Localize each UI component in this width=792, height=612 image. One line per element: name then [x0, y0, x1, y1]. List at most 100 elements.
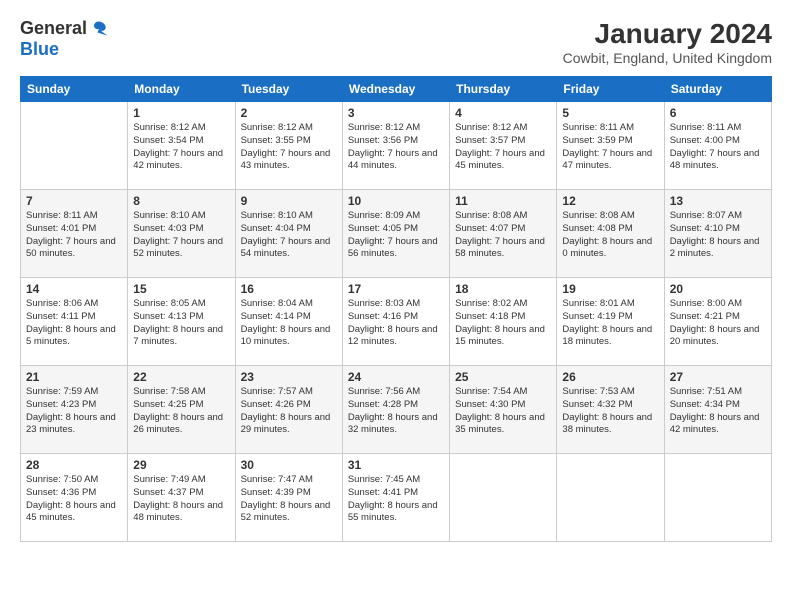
- table-row: 20 Sunrise: 8:00 AMSunset: 4:21 PMDayligh…: [664, 278, 771, 366]
- table-row: 14Sunrise: 8:06 AMSunset: 4:11 PMDayligh…: [21, 278, 128, 366]
- day-info: Sunrise: 7:58 AMSunset: 4:25 PMDaylight:…: [133, 386, 229, 437]
- table-row: 19 Sunrise: 8:01 AMSunset: 4:19 PMDayligh…: [557, 278, 664, 366]
- day-info: Sunrise: 7:56 AMSunset: 4:28 PMDaylight:…: [348, 386, 444, 437]
- header-wednesday: Wednesday: [342, 77, 449, 102]
- table-row: 10 Sunrise: 8:09 AMSunset: 4:05 PMDayligh…: [342, 190, 449, 278]
- day-info: Sunrise: 8:00 AMSunset: 4:21 PMDaylight:…: [670, 298, 766, 349]
- day-number: 17: [348, 282, 444, 296]
- table-row: 23 Sunrise: 7:57 AMSunset: 4:26 PMDayligh…: [235, 366, 342, 454]
- header-tuesday: Tuesday: [235, 77, 342, 102]
- table-row: 22 Sunrise: 7:58 AMSunset: 4:25 PMDayligh…: [128, 366, 235, 454]
- table-row: 25 Sunrise: 7:54 AMSunset: 4:30 PMDayligh…: [450, 366, 557, 454]
- table-row: 12 Sunrise: 8:08 AMSunset: 4:08 PMDayligh…: [557, 190, 664, 278]
- table-row: 17 Sunrise: 8:03 AMSunset: 4:16 PMDayligh…: [342, 278, 449, 366]
- location-subtitle: Cowbit, England, United Kingdom: [563, 50, 772, 66]
- table-row: 11Sunrise: 8:08 AMSunset: 4:07 PMDayligh…: [450, 190, 557, 278]
- day-info: Sunrise: 7:57 AMSunset: 4:26 PMDaylight:…: [241, 386, 337, 437]
- day-info: Sunrise: 8:07 AMSunset: 4:10 PMDaylight:…: [670, 210, 766, 261]
- calendar-week-4: 21 Sunrise: 7:59 AMSunset: 4:23 PMDayligh…: [21, 366, 772, 454]
- table-row: 8 Sunrise: 8:10 AMSunset: 4:03 PMDaylight…: [128, 190, 235, 278]
- table-row: 5 Sunrise: 8:11 AMSunset: 3:59 PMDaylight…: [557, 102, 664, 190]
- calendar-header-row: Sunday Monday Tuesday Wednesday Thursday…: [21, 77, 772, 102]
- calendar-week-5: 28Sunrise: 7:50 AMSunset: 4:36 PMDayligh…: [21, 454, 772, 542]
- day-number: 7: [26, 194, 122, 208]
- day-number: 5: [562, 106, 658, 120]
- day-number: 24: [348, 370, 444, 384]
- table-row: 29 Sunrise: 7:49 AMSunset: 4:37 PMDayligh…: [128, 454, 235, 542]
- table-row: 24 Sunrise: 7:56 AMSunset: 4:28 PMDayligh…: [342, 366, 449, 454]
- day-number: 8: [133, 194, 229, 208]
- table-row: 27Sunrise: 7:51 AMSunset: 4:34 PMDayligh…: [664, 366, 771, 454]
- day-info: Sunrise: 7:47 AMSunset: 4:39 PMDaylight:…: [241, 474, 337, 525]
- day-info: Sunrise: 8:12 AMSunset: 3:54 PMDaylight:…: [133, 122, 229, 173]
- table-row: [664, 454, 771, 542]
- day-number: 9: [241, 194, 337, 208]
- table-row: [21, 102, 128, 190]
- table-row: 18Sunrise: 8:02 AMSunset: 4:18 PMDayligh…: [450, 278, 557, 366]
- day-number: 31: [348, 458, 444, 472]
- header-thursday: Thursday: [450, 77, 557, 102]
- day-info: Sunrise: 8:08 AMSunset: 4:07 PMDaylight:…: [455, 210, 551, 261]
- day-number: 28: [26, 458, 122, 472]
- calendar-week-3: 14Sunrise: 8:06 AMSunset: 4:11 PMDayligh…: [21, 278, 772, 366]
- day-info: Sunrise: 8:08 AMSunset: 4:08 PMDaylight:…: [562, 210, 658, 261]
- day-number: 16: [241, 282, 337, 296]
- day-info: Sunrise: 7:59 AMSunset: 4:23 PMDaylight:…: [26, 386, 122, 437]
- table-row: [450, 454, 557, 542]
- table-row: 2Sunrise: 8:12 AMSunset: 3:55 PMDaylight…: [235, 102, 342, 190]
- calendar-week-2: 7 Sunrise: 8:11 AMSunset: 4:01 PMDaylight…: [21, 190, 772, 278]
- day-number: 29: [133, 458, 229, 472]
- day-number: 15: [133, 282, 229, 296]
- day-info: Sunrise: 7:49 AMSunset: 4:37 PMDaylight:…: [133, 474, 229, 525]
- day-info: Sunrise: 8:09 AMSunset: 4:05 PMDaylight:…: [348, 210, 444, 261]
- day-number: 18: [455, 282, 551, 296]
- logo-blue-text: Blue: [20, 39, 59, 59]
- day-number: 6: [670, 106, 766, 120]
- day-number: 30: [241, 458, 337, 472]
- day-info: Sunrise: 8:11 AMSunset: 4:00 PMDaylight:…: [670, 122, 766, 173]
- table-row: 4 Sunrise: 8:12 AMSunset: 3:57 PMDaylight…: [450, 102, 557, 190]
- month-title: January 2024: [563, 18, 772, 50]
- table-row: 16 Sunrise: 8:04 AMSunset: 4:14 PMDayligh…: [235, 278, 342, 366]
- day-number: 21: [26, 370, 122, 384]
- day-info: Sunrise: 8:03 AMSunset: 4:16 PMDaylight:…: [348, 298, 444, 349]
- title-section: January 2024 Cowbit, England, United Kin…: [563, 18, 772, 66]
- day-number: 19: [562, 282, 658, 296]
- day-info: Sunrise: 8:01 AMSunset: 4:19 PMDaylight:…: [562, 298, 658, 349]
- day-number: 27: [670, 370, 766, 384]
- table-row: 3Sunrise: 8:12 AMSunset: 3:56 PMDaylight…: [342, 102, 449, 190]
- day-number: 23: [241, 370, 337, 384]
- day-number: 26: [562, 370, 658, 384]
- day-number: 25: [455, 370, 551, 384]
- table-row: 31 Sunrise: 7:45 AMSunset: 4:41 PMDayligh…: [342, 454, 449, 542]
- table-row: 26 Sunrise: 7:53 AMSunset: 4:32 PMDayligh…: [557, 366, 664, 454]
- page: General Blue January 2024 Cowbit, Englan…: [0, 0, 792, 612]
- day-number: 22: [133, 370, 229, 384]
- day-info: Sunrise: 8:04 AMSunset: 4:14 PMDaylight:…: [241, 298, 337, 349]
- day-info: Sunrise: 8:10 AMSunset: 4:03 PMDaylight:…: [133, 210, 229, 261]
- day-info: Sunrise: 7:45 AMSunset: 4:41 PMDaylight:…: [348, 474, 444, 525]
- table-row: 1Sunrise: 8:12 AMSunset: 3:54 PMDaylight…: [128, 102, 235, 190]
- calendar-week-1: 1Sunrise: 8:12 AMSunset: 3:54 PMDaylight…: [21, 102, 772, 190]
- day-info: Sunrise: 7:53 AMSunset: 4:32 PMDaylight:…: [562, 386, 658, 437]
- header-friday: Friday: [557, 77, 664, 102]
- day-number: 12: [562, 194, 658, 208]
- day-number: 14: [26, 282, 122, 296]
- header-monday: Monday: [128, 77, 235, 102]
- day-number: 20: [670, 282, 766, 296]
- day-info: Sunrise: 8:05 AMSunset: 4:13 PMDaylight:…: [133, 298, 229, 349]
- header-saturday: Saturday: [664, 77, 771, 102]
- day-info: Sunrise: 8:11 AMSunset: 4:01 PMDaylight:…: [26, 210, 122, 261]
- day-number: 10: [348, 194, 444, 208]
- table-row: 6 Sunrise: 8:11 AMSunset: 4:00 PMDaylight…: [664, 102, 771, 190]
- table-row: 7 Sunrise: 8:11 AMSunset: 4:01 PMDaylight…: [21, 190, 128, 278]
- day-number: 4: [455, 106, 551, 120]
- table-row: 15 Sunrise: 8:05 AMSunset: 4:13 PMDayligh…: [128, 278, 235, 366]
- table-row: 30 Sunrise: 7:47 AMSunset: 4:39 PMDayligh…: [235, 454, 342, 542]
- day-info: Sunrise: 7:54 AMSunset: 4:30 PMDaylight:…: [455, 386, 551, 437]
- day-info: Sunrise: 8:12 AMSunset: 3:57 PMDaylight:…: [455, 122, 551, 173]
- day-info: Sunrise: 8:11 AMSunset: 3:59 PMDaylight:…: [562, 122, 658, 173]
- day-number: 13: [670, 194, 766, 208]
- table-row: 21 Sunrise: 7:59 AMSunset: 4:23 PMDayligh…: [21, 366, 128, 454]
- day-info: Sunrise: 8:12 AMSunset: 3:55 PMDaylight:…: [241, 122, 337, 173]
